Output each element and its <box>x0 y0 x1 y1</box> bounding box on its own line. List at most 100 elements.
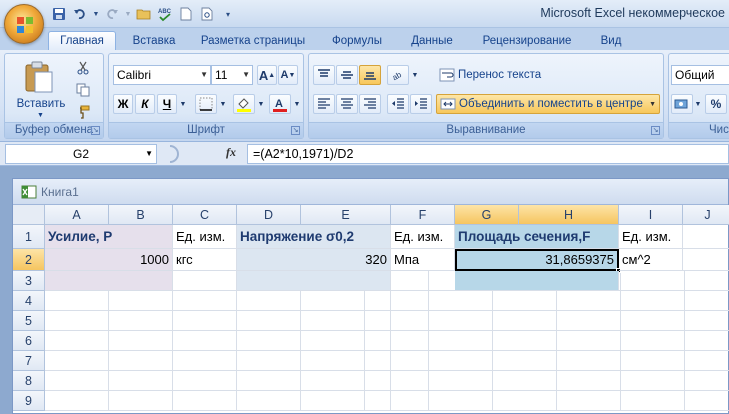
column-header-j[interactable]: J <box>683 205 729 225</box>
tab-home[interactable]: Главная <box>48 31 116 50</box>
row-header-3[interactable]: 3 <box>13 271 45 291</box>
select-all-corner[interactable] <box>13 205 45 225</box>
grow-font-button[interactable]: A ▲ <box>257 65 277 85</box>
cell-j1[interactable] <box>683 225 729 249</box>
decrease-indent-icon[interactable] <box>387 94 409 114</box>
fill-color-icon[interactable] <box>233 94 255 114</box>
cell-d2[interactable] <box>237 249 301 271</box>
merge-center-dropdown-icon[interactable]: ▼ <box>649 101 656 108</box>
row-header-5[interactable]: 5 <box>13 311 45 331</box>
cell-e2[interactable]: 320 <box>301 249 391 271</box>
tab-insert[interactable]: Вставка <box>124 31 184 50</box>
cell-j2[interactable] <box>683 249 729 271</box>
cell-i2[interactable]: см^2 <box>619 249 683 271</box>
undo-dropdown-icon[interactable]: ▼ <box>92 5 100 23</box>
cell-f2[interactable]: Мпа <box>391 249 455 271</box>
column-header-e[interactable]: E <box>301 205 391 225</box>
alignment-dialog-launcher-icon[interactable]: ↘ <box>651 126 660 135</box>
cell-f1[interactable]: Ед. изм. <box>391 225 455 249</box>
insert-function-button[interactable]: fx <box>226 145 236 160</box>
column-header-h[interactable]: H <box>519 205 619 225</box>
cell-a1[interactable]: Усилие, P <box>45 225 173 249</box>
column-header-f[interactable]: F <box>391 205 455 225</box>
font-color-icon[interactable]: A <box>269 94 291 114</box>
row-header-4[interactable]: 4 <box>13 291 45 311</box>
font-name-dropdown-icon[interactable]: ▼ <box>200 66 208 84</box>
redo-icon[interactable] <box>103 5 121 23</box>
align-middle-icon[interactable] <box>336 65 358 85</box>
tab-page-layout[interactable]: Разметка страницы <box>193 31 313 50</box>
office-button[interactable] <box>4 4 44 44</box>
formula-input[interactable]: =(A2*10,1971)/D2 <box>247 144 729 164</box>
redo-dropdown-icon[interactable]: ▼ <box>124 5 132 23</box>
align-center-icon[interactable] <box>336 94 358 114</box>
align-bottom-icon[interactable] <box>359 65 381 85</box>
clipboard-dialog-launcher-icon[interactable]: ↘ <box>91 126 100 135</box>
column-header-i[interactable]: I <box>619 205 683 225</box>
align-right-icon[interactable] <box>359 94 381 114</box>
row-header-6[interactable]: 6 <box>13 331 45 351</box>
wrap-text-button[interactable]: Перенос текста <box>437 65 555 85</box>
cell-g2-h2-selected[interactable]: 31,8659375 <box>455 249 619 271</box>
paste-dropdown-icon[interactable]: ▼ <box>37 112 44 119</box>
customize-qat-icon[interactable]: ▾ <box>219 5 237 23</box>
copy-icon[interactable] <box>73 80 93 100</box>
row-header-7[interactable]: 7 <box>13 351 45 371</box>
new-document-icon[interactable] <box>177 5 195 23</box>
font-name-combo[interactable]: Calibri ▼ <box>113 65 211 85</box>
percent-button[interactable]: % <box>705 94 727 114</box>
row-header-1[interactable]: 1 <box>13 225 45 249</box>
cell-i1[interactable]: Ед. изм. <box>619 225 683 249</box>
merge-center-button[interactable]: Объединить и поместить в центре ▼ <box>436 94 660 114</box>
row-header-2[interactable]: 2 <box>13 249 45 271</box>
borders-icon[interactable] <box>195 94 217 114</box>
tab-review[interactable]: Рецензирование <box>474 31 580 50</box>
column-header-a[interactable]: A <box>45 205 109 225</box>
cell-g1[interactable]: Площадь сечения,F <box>455 225 619 249</box>
tab-formulas[interactable]: Формулы <box>326 31 388 50</box>
name-box[interactable]: G2 ▼ <box>5 144 157 164</box>
shrink-font-button[interactable]: A ▼ <box>278 65 298 85</box>
number-format-combo[interactable]: Общий <box>671 65 729 85</box>
spellcheck-icon[interactable]: ABC <box>156 5 174 23</box>
font-dialog-launcher-icon[interactable]: ↘ <box>291 126 300 135</box>
font-color-dropdown-icon[interactable]: ▼ <box>292 94 302 114</box>
text-orientation-icon[interactable]: ab <box>387 65 409 85</box>
tab-view[interactable]: Вид <box>592 31 630 50</box>
paste-button[interactable]: Вставить ▼ <box>13 58 65 120</box>
font-size-combo[interactable]: 11 ▼ <box>211 65 253 85</box>
format-painter-icon[interactable] <box>73 102 93 122</box>
cell-a2[interactable] <box>45 249 109 271</box>
cell-g3-h3[interactable] <box>455 271 619 291</box>
align-top-icon[interactable] <box>313 65 335 85</box>
column-header-b[interactable]: B <box>109 205 173 225</box>
fill-color-dropdown-icon[interactable]: ▼ <box>256 94 266 114</box>
font-size-dropdown-icon[interactable]: ▼ <box>242 66 250 84</box>
cell-d3-e3[interactable] <box>237 271 391 291</box>
name-box-dropdown-icon[interactable]: ▼ <box>145 145 153 163</box>
accounting-format-dropdown-icon[interactable]: ▼ <box>693 94 703 114</box>
undo-icon[interactable] <box>71 5 89 23</box>
cell-c2[interactable]: кгс <box>173 249 237 271</box>
column-header-d[interactable]: D <box>237 205 301 225</box>
underline-dropdown-icon[interactable]: ▼ <box>178 94 188 114</box>
cell-b2[interactable]: 1000 <box>109 249 173 271</box>
bold-button[interactable]: Ж <box>113 94 133 114</box>
formula-bar-expand-icon[interactable] <box>166 144 186 164</box>
italic-button[interactable]: К <box>135 94 155 114</box>
tab-data[interactable]: Данные <box>404 31 460 50</box>
cut-icon[interactable] <box>73 58 93 78</box>
print-preview-icon[interactable] <box>198 5 216 23</box>
row-header-9[interactable]: 9 <box>13 391 45 411</box>
borders-dropdown-icon[interactable]: ▼ <box>218 94 228 114</box>
column-header-c[interactable]: C <box>173 205 237 225</box>
increase-indent-icon[interactable] <box>410 94 432 114</box>
open-folder-icon[interactable] <box>135 5 153 23</box>
cell-c1[interactable]: Ед. изм. <box>173 225 237 249</box>
row-header-8[interactable]: 8 <box>13 371 45 391</box>
accounting-format-icon[interactable] <box>671 94 693 114</box>
text-orientation-dropdown-icon[interactable]: ▼ <box>410 65 420 85</box>
align-left-icon[interactable] <box>313 94 335 114</box>
column-header-g[interactable]: G <box>455 205 519 225</box>
save-icon[interactable] <box>50 5 68 23</box>
